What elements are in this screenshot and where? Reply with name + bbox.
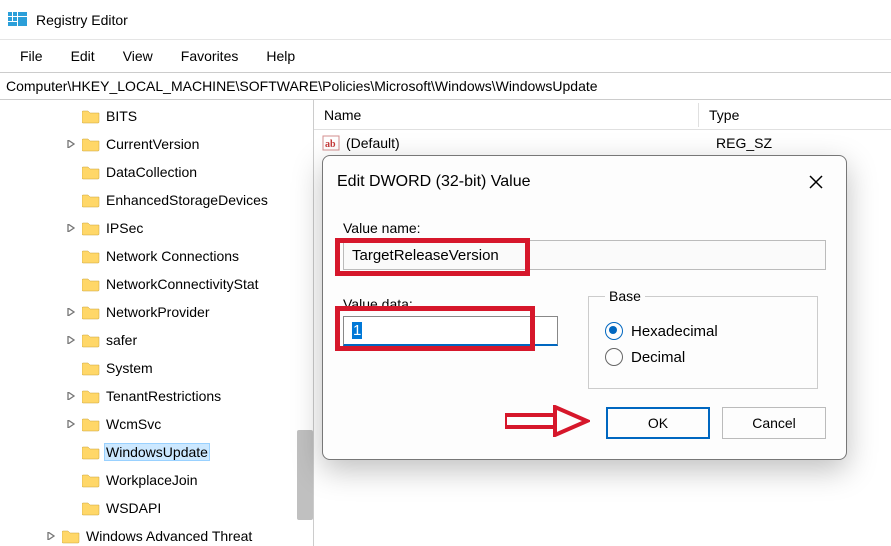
close-icon[interactable] bbox=[800, 166, 832, 198]
folder-icon bbox=[82, 417, 100, 432]
col-name[interactable]: Name bbox=[314, 103, 699, 127]
tree-node[interactable]: Network Connections bbox=[60, 242, 313, 270]
tree-node-label: BITS bbox=[104, 108, 139, 124]
base-group: Base Hexadecimal Decimal bbox=[588, 288, 818, 389]
value-name-field[interactable] bbox=[343, 240, 826, 270]
tree-node[interactable]: BITS bbox=[60, 102, 313, 130]
menubar: File Edit View Favorites Help bbox=[0, 40, 891, 72]
chevron-right-icon[interactable] bbox=[64, 333, 78, 347]
folder-icon bbox=[82, 165, 100, 180]
chevron-right-icon[interactable] bbox=[64, 417, 78, 431]
dialog-title: Edit DWORD (32-bit) Value bbox=[337, 173, 531, 191]
folder-icon bbox=[82, 137, 100, 152]
folder-icon bbox=[82, 249, 100, 264]
tree-node-label: WcmSvc bbox=[104, 416, 163, 432]
tree-node[interactable]: Windows Advanced Threat bbox=[40, 522, 313, 546]
radio-decimal[interactable]: Decimal bbox=[605, 348, 801, 366]
menu-favorites[interactable]: Favorites bbox=[169, 44, 251, 68]
menu-edit[interactable]: Edit bbox=[59, 44, 107, 68]
folder-icon bbox=[82, 305, 100, 320]
folder-icon bbox=[62, 529, 80, 544]
folder-icon bbox=[82, 333, 100, 348]
folder-icon bbox=[82, 389, 100, 404]
menu-file[interactable]: File bbox=[8, 44, 55, 68]
string-value-icon: ab bbox=[322, 134, 340, 152]
folder-icon bbox=[82, 501, 100, 516]
tree-node-label: WorkplaceJoin bbox=[104, 472, 200, 488]
cell-type: REG_SZ bbox=[716, 135, 772, 151]
tree-node-label: System bbox=[104, 360, 155, 376]
address-bar[interactable]: Computer\HKEY_LOCAL_MACHINE\SOFTWARE\Pol… bbox=[0, 72, 891, 100]
tree-node-label: WSDAPI bbox=[104, 500, 163, 516]
tree-node-label: EnhancedStorageDevices bbox=[104, 192, 270, 208]
chevron-right-icon[interactable] bbox=[64, 221, 78, 235]
tree-scrollbar[interactable] bbox=[297, 430, 313, 520]
chevron-right-icon[interactable] bbox=[64, 305, 78, 319]
chevron-right-icon[interactable] bbox=[64, 137, 78, 151]
tree-node[interactable]: safer bbox=[60, 326, 313, 354]
folder-icon bbox=[82, 473, 100, 488]
titlebar: Registry Editor bbox=[0, 0, 891, 40]
tree-node[interactable]: TenantRestrictions bbox=[60, 382, 313, 410]
tree-node-label: Windows Advanced Threat bbox=[84, 528, 254, 544]
tree-node-label: CurrentVersion bbox=[104, 136, 201, 152]
address-path: Computer\HKEY_LOCAL_MACHINE\SOFTWARE\Pol… bbox=[6, 78, 598, 94]
folder-icon bbox=[82, 361, 100, 376]
tree-node[interactable]: CurrentVersion bbox=[60, 130, 313, 158]
folder-icon bbox=[82, 193, 100, 208]
ok-button[interactable]: OK bbox=[606, 407, 710, 439]
edit-dword-dialog: Edit DWORD (32-bit) Value Value name: Va… bbox=[322, 155, 847, 460]
folder-icon bbox=[82, 221, 100, 236]
window-title: Registry Editor bbox=[36, 12, 128, 28]
value-data-field[interactable]: 1 bbox=[343, 316, 558, 346]
radio-hexadecimal[interactable]: Hexadecimal bbox=[605, 322, 801, 340]
tree-node[interactable]: EnhancedStorageDevices bbox=[60, 186, 313, 214]
tree-node-label: Network Connections bbox=[104, 248, 241, 264]
chevron-right-icon[interactable] bbox=[44, 529, 58, 543]
tree-node-label: TenantRestrictions bbox=[104, 388, 223, 404]
list-row[interactable]: ab (Default)REG_SZ bbox=[314, 130, 891, 156]
base-legend: Base bbox=[605, 288, 645, 304]
regedit-icon bbox=[8, 10, 28, 30]
tree-node[interactable]: IPSec bbox=[60, 214, 313, 242]
tree-node[interactable]: WSDAPI bbox=[60, 494, 313, 522]
tree-node[interactable]: DataCollection bbox=[60, 158, 313, 186]
tree-node[interactable]: NetworkProvider bbox=[60, 298, 313, 326]
svg-text:ab: ab bbox=[325, 139, 336, 150]
tree-panel: BITS CurrentVersion DataCollection Enhanced… bbox=[0, 100, 314, 546]
tree-node-label: safer bbox=[104, 332, 139, 348]
menu-view[interactable]: View bbox=[111, 44, 165, 68]
folder-icon bbox=[82, 109, 100, 124]
cancel-button[interactable]: Cancel bbox=[722, 407, 826, 439]
col-type[interactable]: Type bbox=[699, 103, 749, 127]
value-name-label: Value name: bbox=[343, 220, 826, 236]
tree-node-label: WindowsUpdate bbox=[104, 443, 210, 461]
folder-icon bbox=[82, 277, 100, 292]
tree-node[interactable]: WindowsUpdate bbox=[60, 438, 313, 466]
tree-node-label: NetworkProvider bbox=[104, 304, 211, 320]
list-header: Name Type bbox=[314, 100, 891, 130]
radio-hex-label: Hexadecimal bbox=[631, 323, 718, 340]
menu-help[interactable]: Help bbox=[254, 44, 307, 68]
radio-icon bbox=[605, 322, 623, 340]
chevron-right-icon[interactable] bbox=[64, 389, 78, 403]
tree-node-label: DataCollection bbox=[104, 164, 199, 180]
tree-node-label: NetworkConnectivityStat bbox=[104, 276, 261, 292]
radio-icon bbox=[605, 348, 623, 366]
tree-node[interactable]: WorkplaceJoin bbox=[60, 466, 313, 494]
cell-name: (Default) bbox=[346, 135, 716, 151]
radio-dec-label: Decimal bbox=[631, 349, 685, 366]
value-data-label: Value data: bbox=[343, 296, 558, 312]
tree-node-label: IPSec bbox=[104, 220, 145, 236]
folder-icon bbox=[82, 445, 100, 460]
tree-node[interactable]: System bbox=[60, 354, 313, 382]
tree-node[interactable]: NetworkConnectivityStat bbox=[60, 270, 313, 298]
value-data-text: 1 bbox=[352, 322, 362, 339]
tree-node[interactable]: WcmSvc bbox=[60, 410, 313, 438]
